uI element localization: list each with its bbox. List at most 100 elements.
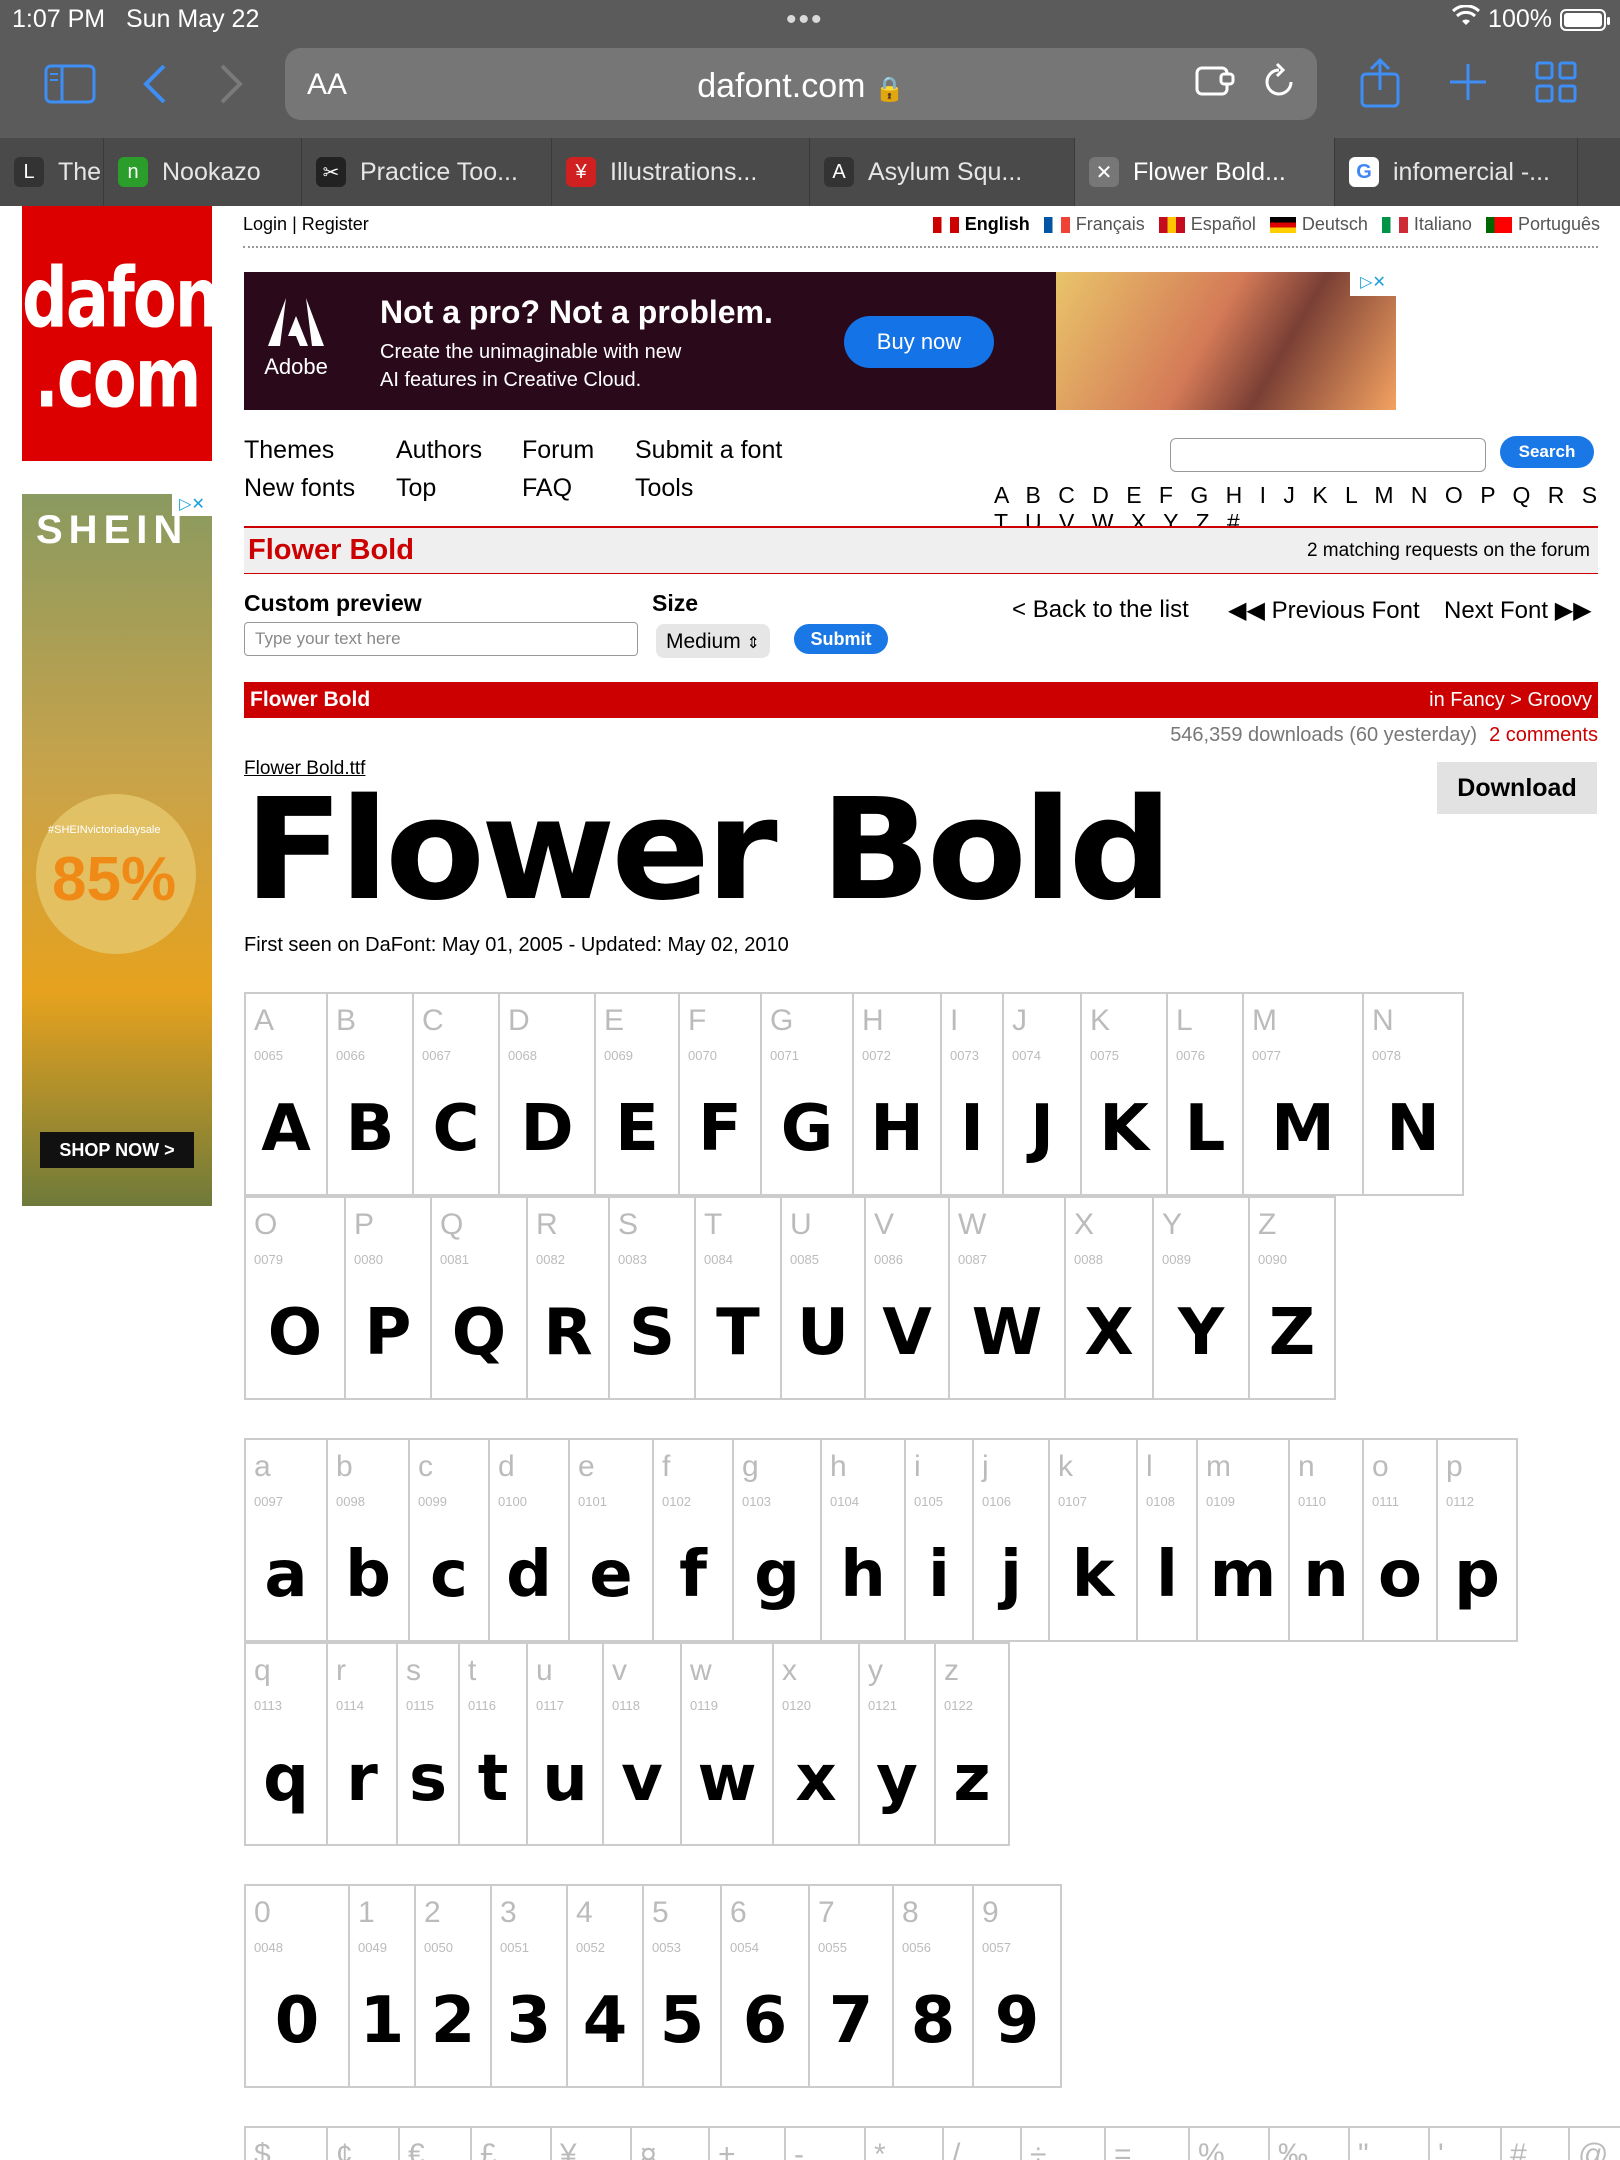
lang-3[interactable]: Deutsch: [1269, 214, 1368, 235]
glyph-cell: p 0112 p: [1438, 1440, 1518, 1642]
ad-shop-button[interactable]: SHOP NOW >: [40, 1132, 194, 1168]
glyph-cell: W 0087 W: [950, 1198, 1066, 1400]
lang-0[interactable]: English: [932, 214, 1030, 235]
nav-submit-font[interactable]: Submit a font: [635, 436, 782, 465]
glyph-char: r: [336, 1654, 346, 1687]
glyph-sample: q: [263, 1742, 309, 1816]
forum-requests-link[interactable]: 2 matching requests on the forum: [1307, 540, 1590, 562]
glyph-code: 0115: [406, 1698, 434, 1713]
glyph-code: 0112: [1446, 1494, 1474, 1509]
next-font-link[interactable]: Next Font ▶▶: [1444, 596, 1592, 625]
new-tab-icon[interactable]: [1446, 60, 1490, 112]
glyph-code: 0079: [254, 1252, 283, 1267]
glyph-char: L: [1176, 1004, 1193, 1037]
glyph-code: 0085: [790, 1252, 819, 1267]
glyph-char: m: [1206, 1450, 1231, 1483]
ad-close-icon[interactable]: ▷✕: [172, 494, 212, 516]
forward-icon[interactable]: [216, 62, 246, 114]
ad-close-icon[interactable]: ▷✕: [1350, 272, 1396, 296]
search-input[interactable]: [1170, 438, 1486, 472]
register-link[interactable]: Register: [302, 214, 369, 234]
glyph-char: v: [612, 1654, 627, 1687]
nav-themes[interactable]: Themes: [244, 436, 334, 465]
glyph-sample: P: [364, 1296, 412, 1370]
custom-preview-input[interactable]: Type your text here: [244, 622, 638, 656]
tab-3[interactable]: ✂ Practice Too...: [302, 138, 552, 206]
nav-authors[interactable]: Authors: [396, 436, 482, 465]
reload-icon[interactable]: [1261, 60, 1297, 110]
download-stats: 546,359 downloads (60 yesterday) 2 commen…: [1170, 724, 1598, 747]
comments-link[interactable]: 2 comments: [1489, 724, 1598, 746]
multitask-dots[interactable]: •••: [786, 5, 824, 35]
nav-new-fonts[interactable]: New fonts: [244, 474, 355, 503]
glyph-cell: 1 0049 1: [350, 1886, 416, 2088]
lang-1[interactable]: Français: [1043, 214, 1145, 235]
glyph-char: X: [1074, 1208, 1095, 1241]
tab-overview-icon[interactable]: [1534, 60, 1578, 112]
category-link[interactable]: in Fancy > Groovy: [1429, 689, 1592, 712]
glyph-sample: X: [1084, 1296, 1134, 1370]
glyph-code: 0086: [874, 1252, 903, 1267]
share-icon[interactable]: [1358, 57, 1402, 116]
glyph-char: 0: [254, 1896, 271, 1929]
search-button[interactable]: Search: [1500, 436, 1594, 468]
nav-tools[interactable]: Tools: [635, 474, 693, 503]
lang-5[interactable]: Português: [1485, 214, 1600, 235]
submit-button[interactable]: Submit: [794, 624, 888, 654]
tab-7[interactable]: Ginfomercial -...: [1335, 138, 1578, 206]
glyph-cell: h 0104 h: [822, 1440, 906, 1642]
glyph-char: A: [254, 1004, 275, 1037]
back-to-list-link[interactable]: < Back to the list: [1012, 596, 1189, 624]
dafont-logo[interactable]: dafont .com: [22, 206, 249, 461]
glyph-sample: I: [960, 1092, 984, 1166]
glyph-code: 0071: [770, 1048, 799, 1063]
glyph-cell: G 0071 G: [762, 994, 854, 1196]
lang-2[interactable]: Español: [1158, 214, 1256, 235]
flag-icon: [1158, 216, 1185, 233]
glyph-cell: y 0121 y: [860, 1644, 936, 1846]
glyph-cell: n 0110 n: [1290, 1440, 1364, 1642]
adobe-banner-ad[interactable]: Adobe Not a pro? Not a problem. Create t…: [244, 272, 1396, 410]
previous-font-link[interactable]: ◀◀ Previous Font: [1228, 596, 1420, 625]
glyph-cell: B 0066 B: [328, 994, 414, 1196]
size-select[interactable]: Medium ⇕: [656, 624, 770, 658]
ad-sub2: AI features in Creative Cloud.: [380, 369, 642, 391]
glyph-cell: j 0106 j: [974, 1440, 1050, 1642]
glyph-cell: d 0100 d: [490, 1440, 570, 1642]
glyph-char: =: [1114, 2138, 1132, 2160]
glyph-char: g: [742, 1450, 759, 1483]
tab-2[interactable]: n Nookazo: [104, 138, 302, 206]
download-button[interactable]: Download: [1437, 762, 1597, 814]
glyph-sample: C: [432, 1092, 480, 1166]
font-name-label[interactable]: Flower Bold: [250, 688, 370, 712]
tab-5[interactable]: A Asylum Squ...: [810, 138, 1075, 206]
buy-now-button[interactable]: Buy now: [844, 316, 994, 368]
battery-icon: [1560, 8, 1610, 31]
nav-faq[interactable]: FAQ: [522, 474, 572, 503]
glyph-cell: q 0113 q: [246, 1644, 328, 1846]
url-text[interactable]: dafont.com 🔒: [285, 67, 1317, 106]
glyph-char: 1: [358, 1896, 375, 1929]
address-bar[interactable]: AA dafont.com 🔒: [285, 48, 1317, 120]
extension-icon[interactable]: [1195, 62, 1235, 107]
side-ad[interactable]: SHEIN ▷✕ #SHEINvictoriadaysale 85% SHOP …: [22, 494, 212, 1206]
glyph-cell: Z 0090 Z: [1250, 1198, 1336, 1400]
nav-top[interactable]: Top: [396, 474, 436, 503]
glyph-code: 0055: [818, 1940, 847, 1955]
glyph-cell: 9 0057 9: [974, 1886, 1062, 2088]
lang-4[interactable]: Italiano: [1381, 214, 1472, 235]
tab-6[interactable]: ✕ Flower Bold...: [1075, 138, 1335, 206]
glyph-char: ": [1358, 2138, 1369, 2160]
tab-4[interactable]: ¥ Illustrations...: [552, 138, 810, 206]
glyph-char: K: [1090, 1004, 1111, 1037]
back-icon[interactable]: [140, 62, 170, 114]
glyph-char: l: [1146, 1450, 1153, 1483]
login-link[interactable]: Login: [243, 214, 287, 234]
nav-forum[interactable]: Forum: [522, 436, 594, 465]
glyph-char: s: [406, 1654, 421, 1687]
glyph-char: z: [944, 1654, 959, 1687]
wifi-icon: [1452, 4, 1481, 34]
sidebar-icon[interactable]: [44, 64, 96, 112]
tab-1[interactable]: L The E: [0, 138, 104, 206]
glyph-cell: **: [866, 2128, 944, 2160]
